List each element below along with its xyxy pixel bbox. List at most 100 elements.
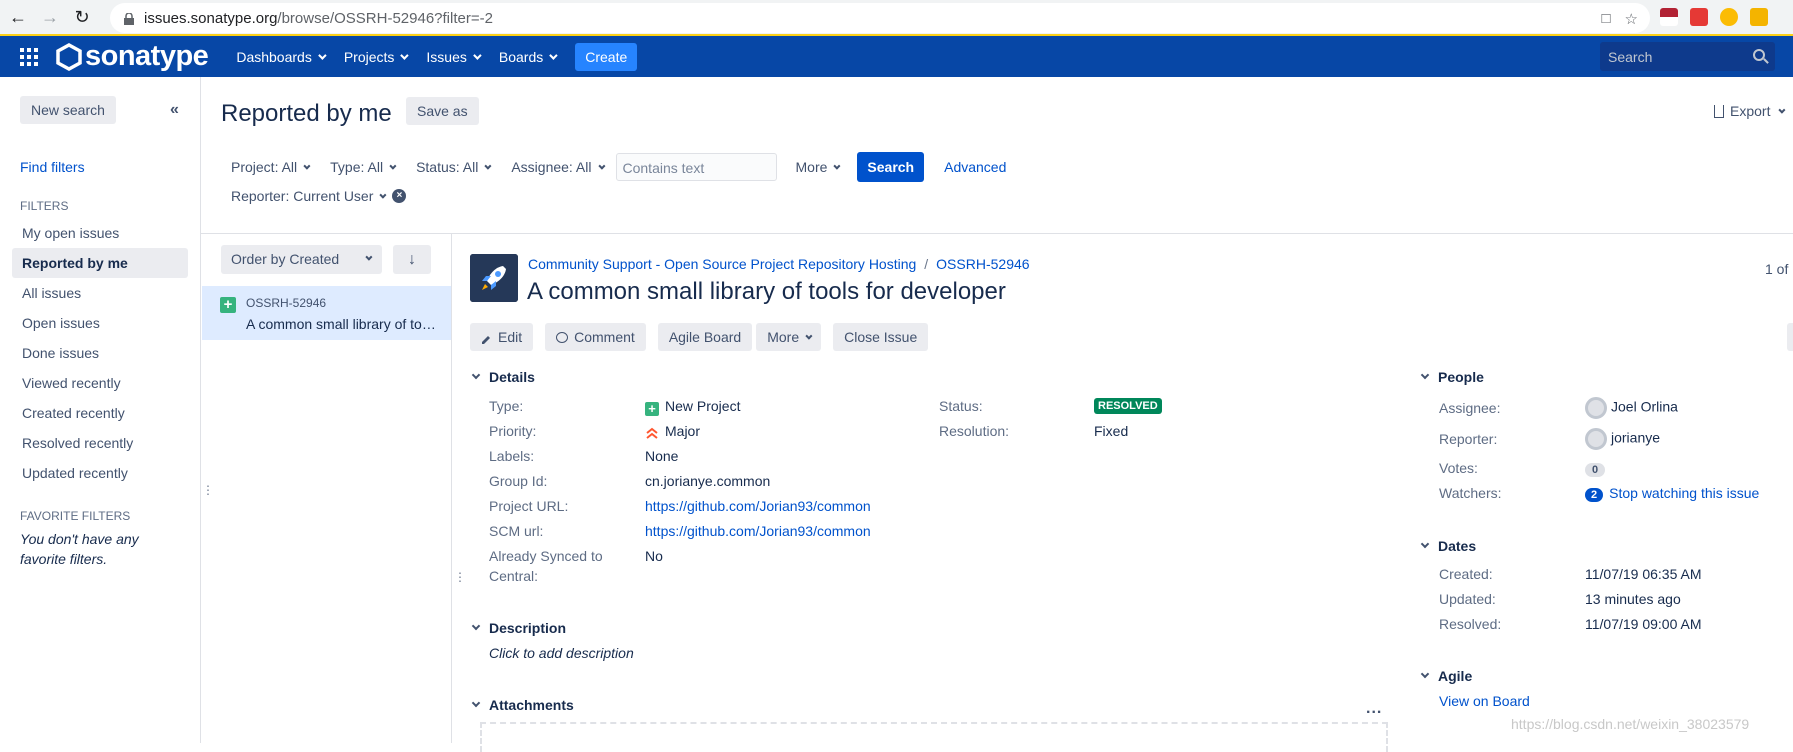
- more-actions-button[interactable]: More: [756, 323, 822, 351]
- order-by-button[interactable]: Order by Created: [221, 245, 382, 274]
- nav-boards[interactable]: Boards: [489, 49, 565, 65]
- search-button[interactable]: Search: [857, 152, 925, 182]
- save-as-button[interactable]: Save as: [406, 97, 479, 125]
- favorite-filters-heading: FAVORITE FILTERS: [20, 509, 131, 523]
- export-button[interactable]: Export: [1714, 103, 1786, 119]
- filters-sidebar: New search « Find filters FILTERS My ope…: [0, 77, 201, 743]
- breadcrumb-issue-key-link[interactable]: OSSRH-52946: [936, 256, 1029, 272]
- updated-value: 13 minutes ago: [1585, 591, 1681, 607]
- attachments-section-toggle[interactable]: Attachments: [471, 697, 574, 713]
- dates-section-toggle[interactable]: Dates: [1420, 538, 1476, 554]
- filter-open-issues[interactable]: Open issues: [12, 308, 188, 338]
- page-title: Reported by me: [221, 100, 392, 127]
- filter-done-issues[interactable]: Done issues: [12, 338, 188, 368]
- flag-extension-icon[interactable]: [1660, 8, 1678, 26]
- filter-resolved-recently[interactable]: Resolved recently: [12, 428, 188, 458]
- agile-section-toggle[interactable]: Agile: [1420, 668, 1472, 684]
- filter-reported-by-me[interactable]: Reported by me: [12, 248, 188, 278]
- agile-board-button[interactable]: Agile Board: [657, 323, 753, 351]
- status-badge: RESOLVED: [1094, 398, 1162, 414]
- app-switcher-icon[interactable]: [20, 47, 38, 66]
- assignee-criterion[interactable]: Assignee: All: [500, 159, 613, 175]
- project-criterion[interactable]: Project: All: [220, 159, 319, 175]
- description-field[interactable]: Click to add description: [489, 645, 634, 661]
- more-criteria-button[interactable]: More: [785, 159, 850, 175]
- new-search-button[interactable]: New search: [20, 96, 116, 124]
- sonatype-logo[interactable]: sonatype: [56, 40, 209, 73]
- advanced-search-link[interactable]: Advanced: [944, 159, 1006, 175]
- forward-icon[interactable]: →: [36, 3, 64, 31]
- labels-label: Labels:: [489, 448, 535, 464]
- nav-issues[interactable]: Issues: [416, 49, 488, 65]
- avatar: [1585, 397, 1607, 419]
- resolution-label: Resolution:: [939, 423, 1010, 439]
- search-criteria-bar: Project: All Type: All Status: All Assig…: [220, 152, 1006, 182]
- scm-url-link[interactable]: https://github.com/Jorian93/common: [645, 523, 871, 539]
- filter-all-issues[interactable]: All issues: [12, 278, 188, 308]
- breadcrumb-project-link[interactable]: Community Support - Open Source Project …: [528, 256, 916, 272]
- stop-watching-link[interactable]: Stop watching this issue: [1609, 485, 1759, 501]
- translate-icon[interactable]: □: [1601, 10, 1610, 28]
- issue-list: Order by Created ↓ + OSSRH-52946 A commo…: [202, 234, 452, 743]
- type-value: + New Project: [645, 398, 740, 416]
- filter-updated-recently[interactable]: Updated recently: [12, 458, 188, 488]
- watermark-text: https://blog.csdn.net/weixin_38023579: [1511, 716, 1750, 732]
- already-synced-label-line2: Central:: [489, 568, 539, 584]
- project-avatar[interactable]: [470, 254, 518, 302]
- create-button[interactable]: Create: [575, 42, 638, 71]
- issue-key: OSSRH-52946: [246, 296, 327, 310]
- resolution-value: Fixed: [1094, 423, 1129, 439]
- comment-button[interactable]: Comment: [545, 323, 646, 351]
- contains-text-input[interactable]: Contains text: [615, 153, 777, 181]
- bookmark-star-icon[interactable]: ☆: [1625, 10, 1638, 28]
- chrome-extension-icon[interactable]: [1720, 8, 1738, 26]
- close-issue-button[interactable]: Close Issue: [833, 323, 929, 351]
- address-bar[interactable]: issues.sonatype.org/browse/OSSRH-52946?f…: [110, 3, 1650, 33]
- priority-value: Major: [645, 423, 700, 440]
- votes-count-badge[interactable]: 0: [1585, 463, 1606, 477]
- arrow-down-icon[interactable]: ↓: [393, 245, 431, 274]
- status-criterion[interactable]: Status: All: [405, 159, 500, 175]
- reporter-value[interactable]: jorianye: [1585, 428, 1660, 450]
- hexagon-logo-icon: [56, 42, 82, 71]
- browser-chrome: ← → ↻ issues.sonatype.org/browse/OSSRH-5…: [0, 0, 1793, 36]
- quick-search-input[interactable]: Search: [1600, 42, 1775, 71]
- list-item[interactable]: + OSSRH-52946 A common small library of …: [202, 286, 451, 340]
- list-resize-handle[interactable]: ⋮: [454, 571, 466, 583]
- menu-extension-icon[interactable]: [1750, 8, 1768, 26]
- reporter-criterion[interactable]: Reporter: Current User ×: [220, 188, 407, 204]
- watchers-count-badge[interactable]: 2: [1585, 488, 1604, 502]
- new-project-type-icon: +: [645, 402, 659, 416]
- filter-viewed-recently[interactable]: Viewed recently: [12, 368, 188, 398]
- filter-created-recently[interactable]: Created recently: [12, 398, 188, 428]
- status-label: Status:: [939, 398, 983, 414]
- reload-icon[interactable]: ↻: [68, 3, 96, 31]
- shield-extension-icon[interactable]: [1690, 8, 1708, 26]
- view-on-board-link[interactable]: View on Board: [1439, 693, 1530, 709]
- assignee-value[interactable]: Joel Orlina: [1585, 397, 1678, 419]
- nav-dashboards[interactable]: Dashboards: [226, 49, 334, 65]
- comment-icon: [556, 331, 569, 343]
- attachments-more-icon[interactable]: ...: [1366, 700, 1382, 718]
- clear-criterion-icon[interactable]: ×: [392, 189, 407, 203]
- scm-url-label: SCM url:: [489, 523, 544, 539]
- project-url-label: Project URL:: [489, 498, 569, 514]
- attachment-dropzone[interactable]: [480, 722, 1388, 752]
- issue-title[interactable]: A common small library of tools for deve…: [527, 278, 1006, 306]
- side-panel-tab[interactable]: [1787, 323, 1793, 351]
- nav-projects[interactable]: Projects: [334, 49, 417, 65]
- back-icon[interactable]: ←: [4, 3, 32, 31]
- filter-my-open-issues[interactable]: My open issues: [12, 218, 188, 248]
- details-section-toggle[interactable]: Details: [471, 369, 535, 385]
- type-criterion[interactable]: Type: All: [319, 159, 405, 175]
- edit-button[interactable]: Edit: [470, 323, 534, 351]
- people-section-toggle[interactable]: People: [1420, 369, 1484, 385]
- issue-summary: A common small library of tools for deve…: [246, 316, 441, 332]
- breadcrumb-separator: /: [924, 256, 929, 272]
- collapse-sidebar-icon[interactable]: «: [170, 101, 179, 119]
- project-url-link[interactable]: https://github.com/Jorian93/common: [645, 498, 871, 514]
- find-filters-link[interactable]: Find filters: [20, 159, 85, 175]
- group-id-label: Group Id:: [489, 473, 548, 489]
- top-navigation: sonatype Dashboards Projects Issues Boar…: [0, 36, 1793, 77]
- description-section-toggle[interactable]: Description: [471, 620, 566, 636]
